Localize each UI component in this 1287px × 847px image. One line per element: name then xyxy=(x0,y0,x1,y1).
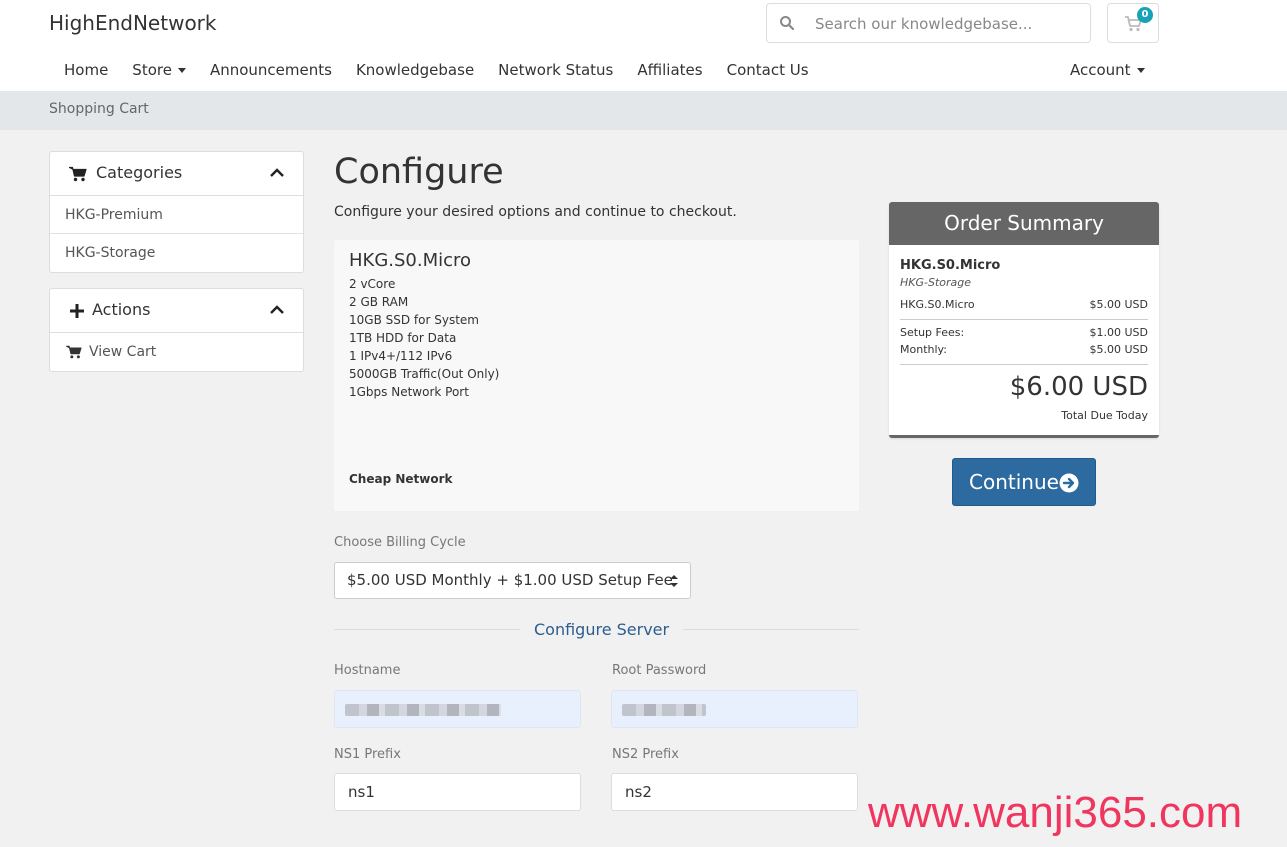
nav-knowledgebase[interactable]: Knowledgebase xyxy=(344,61,486,83)
summary-monthly: Monthly: $5.00 USD xyxy=(900,343,1148,356)
main-nav: Home Store Announcements Knowledgebase N… xyxy=(52,61,821,83)
spec-line: 5000GB Traffic(Out Only) xyxy=(349,367,500,381)
billing-cycle-select[interactable]: $5.00 USD Monthly + $1.00 USD Setup Fee xyxy=(334,562,691,599)
nav-account[interactable]: Account xyxy=(1070,61,1145,79)
actions-panel: Actions View Cart xyxy=(49,288,304,372)
ns1-prefix-input[interactable]: ns1 xyxy=(334,773,581,811)
cart-icon xyxy=(66,345,82,359)
order-summary-title: Order Summary xyxy=(889,202,1159,245)
categories-header[interactable]: Categories xyxy=(50,152,303,196)
configure-server-heading: Configure Server xyxy=(520,620,684,639)
nav-home[interactable]: Home xyxy=(52,61,120,83)
summary-total: $6.00 USD xyxy=(1009,372,1148,402)
breadcrumb-bar: Shopping Cart xyxy=(0,91,1287,130)
monthly-amount: $5.00 USD xyxy=(1089,343,1149,356)
hostname-label: Hostname xyxy=(334,663,401,678)
nav-announcements[interactable]: Announcements xyxy=(198,61,344,83)
billing-cycle-value: $5.00 USD Monthly + $1.00 USD Setup Fee xyxy=(347,571,673,589)
actions-title: Actions xyxy=(92,300,151,319)
redacted-value xyxy=(622,704,706,716)
summary-total-label: Total Due Today xyxy=(1061,409,1148,422)
root-password-input[interactable] xyxy=(611,690,858,728)
page-subtitle: Configure your desired options and conti… xyxy=(334,204,737,220)
summary-divider xyxy=(900,319,1148,320)
billing-cycle-label: Choose Billing Cycle xyxy=(334,535,466,550)
nav-account-label: Account xyxy=(1070,61,1131,79)
caret-down-icon xyxy=(177,68,186,73)
ns2-prefix-input[interactable]: ns2 xyxy=(611,773,858,811)
category-item-hkg-storage[interactable]: HKG-Storage xyxy=(50,234,303,272)
hostname-input[interactable] xyxy=(334,690,581,728)
categories-panel: Categories HKG-Premium HKG-Storage xyxy=(49,151,304,273)
chevron-up-icon[interactable] xyxy=(270,305,284,314)
root-password-label: Root Password xyxy=(612,663,707,678)
category-item-hkg-premium[interactable]: HKG-Premium xyxy=(50,196,303,234)
cart-button[interactable]: 0 xyxy=(1107,3,1159,43)
select-arrows-icon xyxy=(670,575,678,587)
brand-logo[interactable]: HighEndNetwork xyxy=(49,11,216,35)
line-item-label: HKG.S0.Micro xyxy=(900,298,975,311)
plus-icon xyxy=(70,304,84,318)
nav-affiliates[interactable]: Affiliates xyxy=(625,61,714,83)
categories-title: Categories xyxy=(96,163,183,182)
caret-down-icon xyxy=(1136,68,1145,73)
spec-line: 1Gbps Network Port xyxy=(349,385,469,399)
chevron-up-icon[interactable] xyxy=(270,168,284,177)
arrow-circle-right-icon xyxy=(1059,473,1079,493)
setup-fees-amount: $1.00 USD xyxy=(1089,326,1149,339)
header: HighEndNetwork 0 Home Store Announcement… xyxy=(0,0,1287,91)
summary-product-name: HKG.S0.Micro xyxy=(900,258,1001,273)
redacted-value xyxy=(345,704,501,716)
order-summary: Order Summary HKG.S0.Micro HKG-Storage H… xyxy=(889,202,1159,438)
summary-line-item: HKG.S0.Micro $5.00 USD xyxy=(900,298,1148,311)
nav-network-status[interactable]: Network Status xyxy=(486,61,625,83)
view-cart-label: View Cart xyxy=(89,344,157,360)
view-cart-link[interactable]: View Cart xyxy=(50,333,303,371)
spec-line: 2 vCore xyxy=(349,277,396,291)
cart-count-badge: 0 xyxy=(1137,7,1153,23)
continue-button[interactable]: Continue xyxy=(952,458,1096,506)
spec-line: 2 GB RAM xyxy=(349,295,409,309)
summary-product-group: HKG-Storage xyxy=(900,276,972,289)
product-name: HKG.S0.Micro xyxy=(349,250,472,271)
line-item-amount: $5.00 USD xyxy=(1089,298,1149,311)
breadcrumb: Shopping Cart xyxy=(49,101,149,117)
cart-icon xyxy=(69,166,87,182)
product-info: HKG.S0.Micro 2 vCore 2 GB RAM 10GB SSD f… xyxy=(334,240,859,511)
setup-fees-label: Setup Fees: xyxy=(900,326,965,339)
nav-store-label: Store xyxy=(132,61,172,79)
summary-divider xyxy=(900,364,1148,365)
spec-line: 1TB HDD for Data xyxy=(349,331,457,345)
product-specs: 2 vCore 2 GB RAM 10GB SSD for System 1TB… xyxy=(349,275,499,401)
search-box[interactable] xyxy=(766,3,1091,43)
ns1-prefix-label: NS1 Prefix xyxy=(334,747,401,762)
actions-header[interactable]: Actions xyxy=(50,289,303,333)
spec-line: 1 IPv4+/112 IPv6 xyxy=(349,349,453,363)
ns2-prefix-label: NS2 Prefix xyxy=(612,747,679,762)
summary-setup-fees: Setup Fees: $1.00 USD xyxy=(900,326,1148,339)
spec-line: 10GB SSD for System xyxy=(349,313,479,327)
nav-contact-us[interactable]: Contact Us xyxy=(715,61,821,83)
search-input[interactable] xyxy=(815,12,1075,36)
page-title: Configure xyxy=(334,152,504,192)
monthly-label: Monthly: xyxy=(900,343,947,356)
nav-store[interactable]: Store xyxy=(120,61,198,83)
watermark: www.wanji365.com xyxy=(868,788,1243,837)
continue-label: Continue xyxy=(969,470,1059,494)
search-icon xyxy=(780,16,795,31)
product-tagline: Cheap Network xyxy=(349,472,453,486)
